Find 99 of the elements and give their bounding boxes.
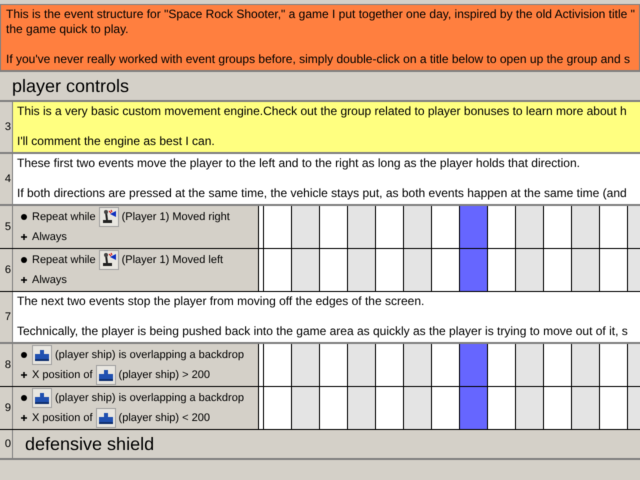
comment-text: I'll comment the engine as best I can.	[17, 134, 216, 149]
condition-text: Always	[32, 274, 67, 286]
comment-text: These first two events move the player to the left and to the right as long as the player holds that direction.	[17, 156, 581, 171]
condition-text: Always	[32, 231, 67, 243]
action-cell[interactable]	[600, 344, 628, 386]
ship-icon[interactable]	[96, 408, 116, 428]
line-number: 8	[4, 359, 12, 371]
condition-text: (Player 1) Moved left	[122, 254, 224, 266]
action-cell[interactable]	[264, 249, 292, 291]
action-cell[interactable]	[600, 206, 628, 248]
condition-text: X position of	[32, 412, 93, 424]
action-cell[interactable]	[488, 387, 516, 429]
action-cell[interactable]	[432, 344, 460, 386]
plus-icon	[19, 370, 29, 380]
comment-text: Technically, the player is being pushed back into the game area as quickly as the player is trying to move out of it, s	[17, 324, 629, 339]
action-cell[interactable]	[488, 344, 516, 386]
action-cell[interactable]	[432, 387, 460, 429]
comment-text: If both directions are pressed at the same time, the vehicle stays put, as both events happen at the same time (and	[17, 186, 628, 201]
bullet-icon	[19, 212, 29, 222]
action-cell[interactable]	[404, 387, 432, 429]
joystick-icon[interactable]	[98, 207, 119, 227]
line-number: 4	[4, 173, 12, 185]
action-cell[interactable]	[376, 344, 404, 386]
line-number: 9	[4, 402, 12, 414]
action-cell[interactable]	[544, 206, 572, 248]
comment-row[interactable]: The next two events stop the player from moving off the edges of the screen. Technically, the player is being pushed back into the game area as quickly as the player is trying to move out of it, s	[13, 292, 640, 342]
action-cell[interactable]	[432, 206, 460, 248]
action-cell[interactable]	[348, 344, 376, 386]
action-cell[interactable]	[460, 387, 488, 429]
action-cell[interactable]	[572, 387, 600, 429]
action-cell[interactable]	[516, 249, 544, 291]
comment-text: The next two events stop the player from moving off the edges of the screen.	[17, 294, 426, 309]
action-cell[interactable]	[348, 249, 376, 291]
action-cell[interactable]	[432, 249, 460, 291]
action-cell[interactable]	[292, 344, 320, 386]
action-cell[interactable]	[320, 344, 348, 386]
action-cell[interactable]	[488, 249, 516, 291]
action-cell[interactable]	[572, 344, 600, 386]
action-cell[interactable]	[348, 206, 376, 248]
action-cell[interactable]	[376, 387, 404, 429]
condition-text: Repeat while	[32, 211, 96, 223]
plus-icon	[19, 232, 29, 242]
condition-text: (player ship) < 200	[118, 412, 210, 424]
action-cell[interactable]	[292, 249, 320, 291]
action-cell[interactable]	[460, 249, 488, 291]
action-cell[interactable]	[264, 344, 292, 386]
comment-row[interactable]	[0, 4, 640, 70]
action-cell[interactable]	[544, 249, 572, 291]
joystick-icon[interactable]	[98, 250, 119, 270]
action-cell[interactable]	[488, 206, 516, 248]
condition-text: Repeat while	[32, 254, 96, 266]
bullet-icon	[19, 350, 29, 360]
comment-row[interactable]	[13, 154, 640, 204]
bullet-icon	[19, 393, 29, 403]
comment-text: This is the event structure for "Space Rock Shooter," a game I put together one day, inspired by the old Activision title "	[6, 7, 636, 22]
action-cell[interactable]	[516, 344, 544, 386]
action-cell[interactable]	[376, 206, 404, 248]
line-number: 3	[4, 121, 12, 133]
ship-icon[interactable]	[32, 345, 52, 365]
action-cell[interactable]	[516, 387, 544, 429]
action-cell[interactable]	[460, 344, 488, 386]
line-number: 0	[4, 438, 12, 450]
comment-text: the game quick to play.	[6, 22, 130, 37]
condition-text: (Player 1) Moved right	[122, 211, 230, 223]
plus-icon	[19, 413, 29, 423]
action-cell[interactable]	[320, 206, 348, 248]
action-cell[interactable]	[348, 387, 376, 429]
action-cell[interactable]	[264, 387, 292, 429]
comment-text: If you've never really worked with event groups before, simply double-click on a title below to open up the group and s	[6, 52, 631, 67]
comment-text: This is a very basic custom movement engine.Check out the group related to player bonuses to learn more about h	[17, 104, 628, 119]
action-cell[interactable]	[600, 249, 628, 291]
action-cell[interactable]	[320, 249, 348, 291]
comment-row[interactable]: This is a very basic custom movement engine.Check out the group related to player bonuses to learn more about h I'll comment the engine as best I can.	[13, 102, 640, 152]
action-cell[interactable]	[264, 206, 292, 248]
action-cell[interactable]	[404, 249, 432, 291]
action-cell[interactable]	[572, 249, 600, 291]
condition-text: (player ship) is overlapping a backdrop	[55, 392, 244, 404]
line-number: 7	[4, 311, 12, 323]
line-number: 6	[4, 264, 12, 276]
condition-text: (player ship) is overlapping a backdrop	[55, 349, 244, 361]
action-cell[interactable]	[320, 387, 348, 429]
action-cell[interactable]	[544, 387, 572, 429]
action-cell[interactable]	[460, 206, 488, 248]
condition-text: (player ship) > 200	[118, 369, 210, 381]
action-cell[interactable]	[292, 206, 320, 248]
ship-icon[interactable]	[32, 388, 52, 408]
condition-text: X position of	[32, 369, 93, 381]
action-cell[interactable]	[516, 206, 544, 248]
action-cell[interactable]	[404, 206, 432, 248]
plus-icon	[19, 275, 29, 285]
action-cell[interactable]	[376, 249, 404, 291]
ship-icon[interactable]	[96, 365, 116, 385]
action-cell[interactable]	[572, 206, 600, 248]
action-cell[interactable]	[544, 344, 572, 386]
action-cell[interactable]	[600, 387, 628, 429]
bullet-icon	[19, 255, 29, 265]
action-cell[interactable]	[292, 387, 320, 429]
action-cell[interactable]	[404, 344, 432, 386]
line-number: 5	[4, 221, 12, 233]
